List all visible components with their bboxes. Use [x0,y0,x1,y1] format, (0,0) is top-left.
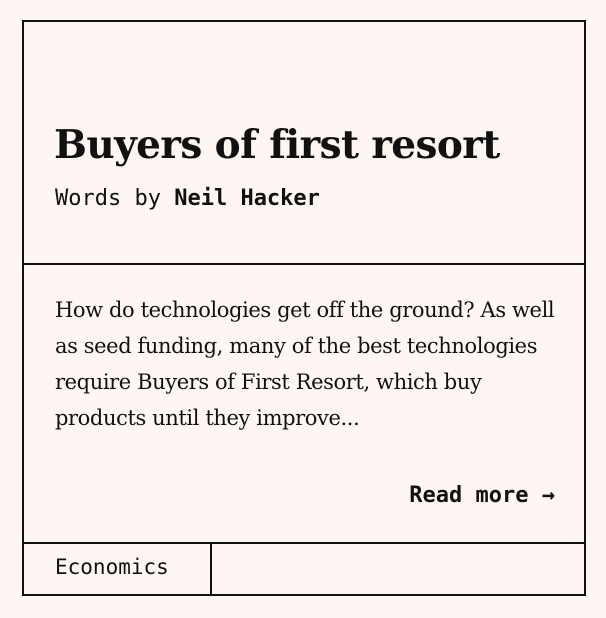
article-card: Buyers of first resort Words by Neil Hac… [22,20,586,596]
author-name: Neil Hacker [174,186,320,211]
tag-economics[interactable]: Economics [24,544,212,594]
article-footer: Economics [24,544,584,594]
article-title: Buyers of first resort [54,122,500,168]
byline: Words by Neil Hacker [55,186,320,211]
article-header: Buyers of first resort Words by Neil Hac… [24,22,584,265]
byline-prefix: Words by [55,186,161,211]
article-excerpt: How do technologies get off the ground? … [55,298,555,430]
read-more-label: Read more [409,483,529,508]
arrow-right-icon: → [541,483,555,508]
article-body: How do technologies get off the ground? … [24,265,584,544]
tag-label: Economics [55,555,169,579]
read-more-link[interactable]: Read more → [409,483,555,508]
footer-spacer [212,544,584,594]
